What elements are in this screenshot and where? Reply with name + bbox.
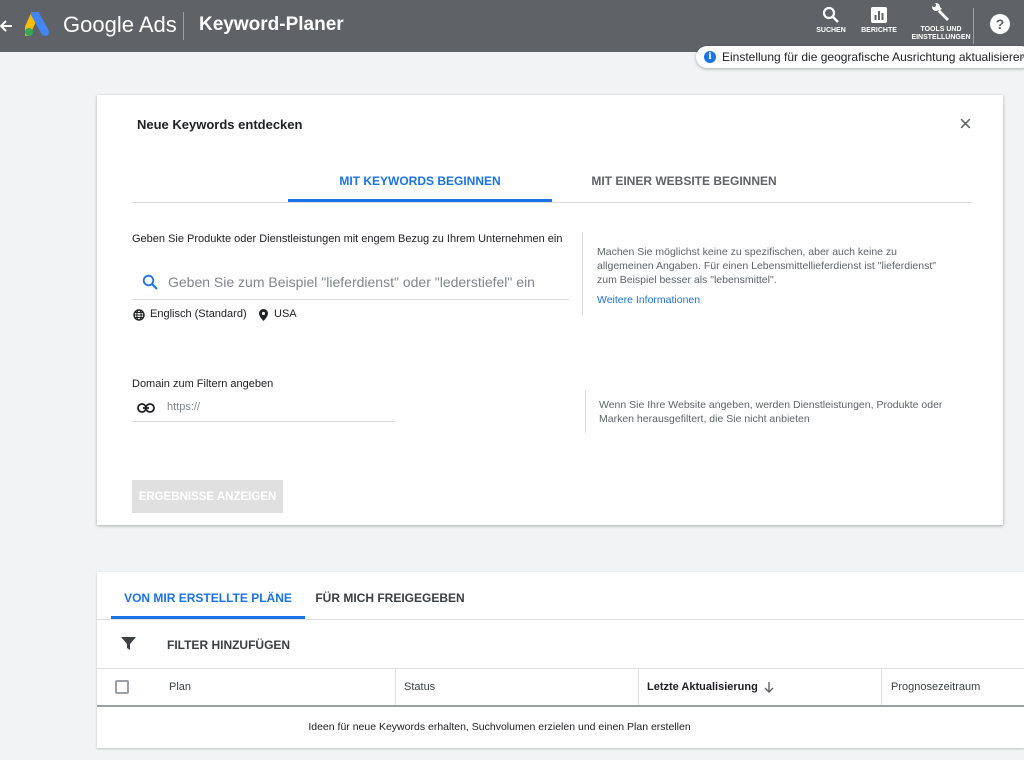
language-value: Englisch (Standard) (150, 308, 247, 320)
geo-notice-text[interactable]: Einstellung für die geografische Ausrich… (722, 50, 1024, 64)
keywords-hint-text: Machen Sie möglichst keine zu spezifisch… (597, 246, 936, 286)
keywords-input[interactable] (168, 273, 568, 291)
link-icon (137, 401, 155, 419)
bar-chart-icon (871, 7, 887, 23)
domain-input-underline (132, 421, 395, 422)
tab-start-with-keywords[interactable]: MIT KEYWORDS BEGINNEN (288, 174, 552, 188)
tab-my-plans[interactable]: VON MIR ERSTELLTE PLÄNE (111, 591, 305, 605)
domain-input[interactable] (167, 401, 387, 414)
search-icon (142, 274, 158, 295)
info-icon: i (704, 51, 716, 63)
more-info-link[interactable]: Weitere Informationen (597, 294, 700, 307)
topbar-tools-divider (973, 8, 974, 44)
column-separator (395, 669, 396, 706)
column-header-last-updated-label: Letzte Aktualisierung (647, 681, 758, 693)
tabs-divider (132, 202, 972, 203)
column-header-status[interactable]: Status (404, 681, 435, 694)
reports-button-label: BERICHTE (861, 27, 897, 34)
topbar-divider (183, 12, 184, 40)
column-separator (638, 669, 639, 706)
empty-state-message: Ideen für neue Keywords erhalten, Suchvo… (308, 721, 691, 733)
close-icon[interactable]: × (959, 113, 972, 135)
filter-icon[interactable] (121, 636, 136, 656)
add-filter-button[interactable]: FILTER HINZUFÜGEN (167, 638, 290, 652)
column-header-last-updated[interactable]: Letzte Aktualisierung (647, 681, 774, 694)
domain-field-label: Domain zum Filtern angeben (132, 378, 274, 390)
location-pin-icon (259, 308, 268, 321)
wrench-icon (932, 3, 949, 21)
keywords-field-label: Geben Sie Produkte oder Dienstleistungen… (132, 233, 563, 245)
tab-shared-with-me[interactable]: FÜR MICH FREIGEGEBEN (305, 591, 475, 605)
column-separator (881, 669, 882, 706)
active-tab-indicator (288, 199, 552, 202)
show-results-button[interactable]: ERGEBNISSE ANZEIGEN (132, 480, 283, 513)
brand-name[interactable]: Google Ads (63, 12, 177, 38)
table-header-divider (97, 705, 1024, 707)
select-all-checkbox[interactable] (115, 680, 129, 694)
keywords-input-underline (132, 299, 569, 300)
dialog-title: Neue Keywords entdecken (137, 117, 303, 132)
geo-targeting-notice[interactable]: i Einstellung für die geografische Ausri… (696, 46, 1024, 68)
reports-button[interactable]: BERICHTE (859, 6, 899, 35)
domain-hint-text: Wenn Sie Ihre Website angeben, werden Di… (599, 399, 943, 425)
arrow-down-icon (764, 682, 774, 693)
globe-icon (133, 308, 145, 321)
keywords-hint-divider (582, 233, 583, 315)
filter-divider (97, 668, 1024, 669)
search-button-label: SUCHEN (816, 27, 846, 34)
search-icon (822, 6, 839, 23)
discover-keywords-dialog: Neue Keywords entdecken × MIT KEYWORDS B… (97, 95, 1003, 525)
language-selector[interactable]: Englisch (Standard) (133, 308, 247, 321)
tools-label-line1: TOOLS UND (920, 26, 962, 33)
plans-panel: VON MIR ERSTELLTE PLÄNE FÜR MICH FREIGEG… (97, 572, 1024, 748)
location-value: USA (274, 308, 297, 320)
column-header-forecast-period[interactable]: Prognosezeitraum (891, 681, 980, 694)
google-ads-logo-icon[interactable] (23, 10, 53, 43)
help-icon[interactable]: ? (990, 14, 1010, 34)
tools-label-line2: EINSTELLUNGEN (911, 34, 971, 41)
domain-hint-divider (585, 390, 586, 433)
page-title: Keyword-Planer (199, 14, 344, 35)
top-app-bar: Google Ads Keyword-Planer SUCHEN BERICHT… (0, 0, 1024, 52)
arrow-left-icon[interactable] (0, 14, 14, 38)
column-header-plan[interactable]: Plan (169, 681, 191, 694)
search-button[interactable]: SUCHEN (811, 6, 851, 35)
plans-tabs-divider (97, 619, 1024, 620)
tools-settings-button[interactable]: TOOLS UND EINSTELLUNGEN (910, 3, 972, 42)
tab-start-with-website[interactable]: MIT EINER WEBSITE BEGINNEN (552, 174, 816, 188)
location-selector[interactable]: USA (259, 308, 297, 321)
